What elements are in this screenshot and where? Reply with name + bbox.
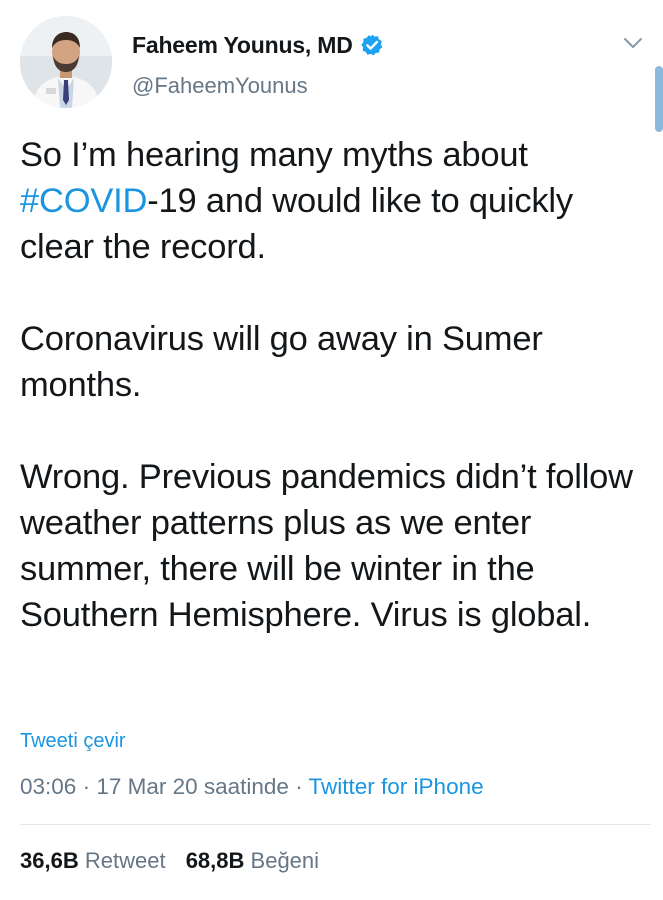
display-name[interactable]: Faheem Younus, MD (132, 32, 353, 59)
meta-separator: · (288, 774, 309, 799)
tweet-paragraph-2: Coronavirus will go away in Sumer months… (20, 320, 543, 404)
tweet-paragraph-3: Wrong. Previous pandemics didn’t follow … (20, 458, 633, 634)
like-label: Beğeni (250, 848, 320, 873)
user-handle[interactable]: @FaheemYounus (132, 73, 308, 99)
avatar-photo-icon (20, 16, 112, 108)
tweet-paragraph-1: So I’m hearing many myths about #COVID-19… (20, 132, 650, 270)
tweet-source-link[interactable]: Twitter for iPhone (309, 774, 484, 799)
retweet-count: 36,6B (20, 848, 79, 873)
user-avatar[interactable] (20, 16, 112, 108)
meta-separator: · (76, 774, 97, 799)
tweet-text: So I’m hearing many myths about #COVID-19… (20, 132, 650, 638)
retweet-stat[interactable]: 36,6B Retweet (20, 848, 166, 873)
scrollbar[interactable] (655, 66, 663, 132)
retweet-label: Retweet (84, 848, 166, 873)
hashtag-link[interactable]: #COVID (20, 182, 147, 220)
tweet-time[interactable]: 03:06 (20, 774, 76, 799)
tweet-stats: 36,6B Retweet 68,8B Beğeni (20, 848, 319, 874)
chevron-down-icon[interactable] (621, 34, 645, 52)
tweet-card: Faheem Younus, MD @FaheemYounus So I’m h… (0, 0, 663, 900)
tweet-date[interactable]: 17 Mar 20 saatinde (96, 774, 289, 799)
divider (20, 824, 651, 825)
translate-tweet-link[interactable]: Tweeti çevir (20, 730, 126, 753)
tweet-meta: 03:06 · 17 Mar 20 saatinde · Twitter for… (20, 774, 484, 800)
name-row: Faheem Younus, MD (132, 30, 384, 60)
verified-badge-icon (360, 33, 384, 57)
tweet-text-part: So I’m hearing many myths about (20, 136, 528, 174)
like-stat[interactable]: 68,8B Beğeni (186, 848, 319, 873)
like-count: 68,8B (185, 848, 245, 873)
